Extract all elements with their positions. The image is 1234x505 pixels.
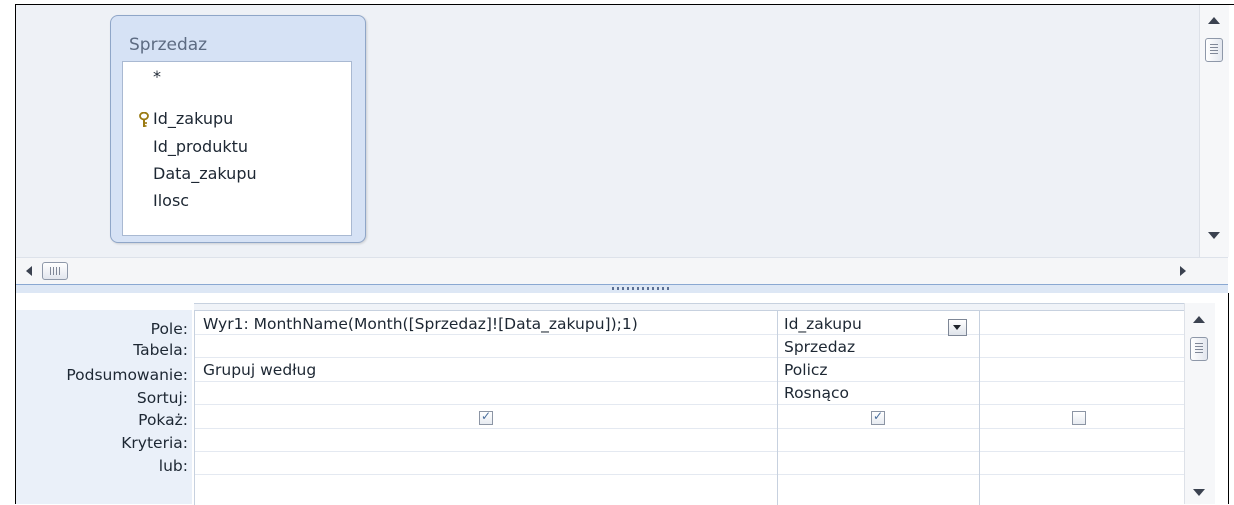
row-label-sortuj: Sortuj: [136,389,188,407]
arrow-up-icon[interactable] [1208,17,1220,24]
field-list-item-ilosc[interactable]: Ilosc [153,191,189,210]
arrow-left-icon[interactable] [26,266,32,276]
field-list-item-data-zakupu[interactable]: Data_zakupu [153,164,257,183]
arrow-up-icon[interactable] [1193,316,1205,323]
row-label-tabela: Tabela: [133,341,188,359]
chevron-down-icon[interactable] [948,319,967,336]
grid-cell-table-col2[interactable]: Sprzedaz [784,338,855,356]
grid-cell-field-col2[interactable]: Id_zakupu [784,315,862,333]
field-list-item-all[interactable]: * [153,67,161,86]
arrow-down-icon[interactable] [1208,232,1220,239]
design-pane-horizontal-scroll-thumb[interactable] [42,262,68,280]
grid-row-divider [195,334,1185,335]
splitter-grip[interactable] [612,287,672,290]
window-border-right [1228,293,1229,504]
table-window-title: Sprzedaz [129,35,208,55]
grid-row-divider [195,428,1185,429]
grid-row-divider [195,451,1185,452]
arrow-down-icon[interactable] [1193,489,1205,496]
checkbox-icon[interactable] [871,409,885,425]
design-pane-horizontal-scrollbar[interactable] [16,257,1228,284]
table-window-sprzedaz[interactable]: Sprzedaz * Id_zakupu Id_produktu Data_za… [110,15,366,243]
key-icon [139,112,149,127]
grid-column-divider [777,311,778,505]
field-list-item-id-zakupu[interactable]: Id_zakupu [153,109,233,128]
grid-vertical-scrollbar[interactable] [1184,303,1215,504]
field-list-item-id-produktu[interactable]: Id_produktu [153,137,248,156]
query-design-grid: Wyr1: MonthName(Month([Sprzedaz]![Data_z… [194,310,1185,505]
field-list[interactable]: * Id_zakupu Id_produktu Data_zakupu Ilos… [122,61,352,236]
row-label-pole: Pole: [150,320,188,338]
grid-row-divider [195,404,1185,405]
grid-column-divider [979,311,980,505]
checkbox-icon[interactable] [1072,411,1086,425]
grid-cell-field-col1[interactable]: Wyr1: MonthName(Month([Sprzedaz]![Data_z… [203,315,638,333]
grid-cell-total-col1[interactable]: Grupuj według [203,361,316,379]
grid-row-divider [195,474,1185,475]
grid-row-divider [195,381,1185,382]
row-label-kryteria: Kryteria: [121,434,188,452]
arrow-right-icon[interactable] [1180,266,1186,276]
checkbox-icon[interactable] [479,409,493,425]
grid-row-labels: Pole: Tabela: Podsumowanie: Sortuj: Poka… [16,310,192,504]
design-pane-vertical-scrollbar[interactable] [1199,5,1229,257]
row-label-podsumowanie: Podsumowanie: [66,366,188,384]
grid-row-divider [195,357,1185,358]
design-pane-vertical-scroll-thumb[interactable] [1205,38,1223,62]
grid-cell-total-col2[interactable]: Policz [784,361,828,379]
grid-vertical-scroll-thumb[interactable] [1190,337,1208,361]
grid-cell-sort-col2[interactable]: Rosnąco [784,384,849,402]
query-designer-window: Sprzedaz * Id_zakupu Id_produktu Data_za… [0,0,1234,505]
row-label-lub: lub: [158,457,188,475]
row-label-pokaz: Pokaż: [138,411,188,429]
